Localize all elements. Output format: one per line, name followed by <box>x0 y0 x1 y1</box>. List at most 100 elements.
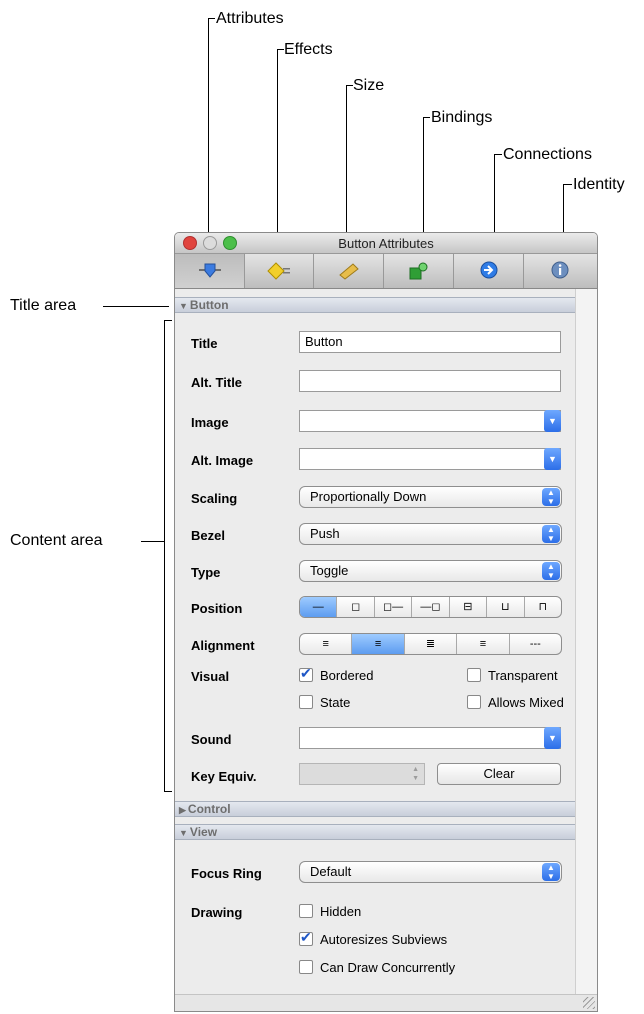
leader-bindings-h <box>423 117 430 118</box>
allows-mixed-label: Allows Mixed <box>488 695 564 710</box>
tab-connections[interactable] <box>454 254 524 288</box>
alt-title-label: Alt. Title <box>191 375 243 390</box>
position-label: Position <box>191 601 243 616</box>
bordered-label: Bordered <box>320 668 374 683</box>
align-center-segment[interactable]: ≡ <box>352 634 405 654</box>
slider-icon <box>198 263 221 278</box>
type-label: Type <box>191 565 221 580</box>
checkbox-icon <box>299 904 313 918</box>
checkbox-checked-icon <box>299 665 313 682</box>
section-title: View <box>189 825 218 839</box>
can-draw-checkbox[interactable]: Can Draw Concurrently <box>299 960 455 975</box>
alignment-label: Alignment <box>191 638 255 653</box>
alt-image-label: Alt. Image <box>191 453 254 468</box>
window-statusbar <box>175 994 597 1011</box>
align-justify-segment[interactable]: ≣ <box>405 634 458 654</box>
leader-attributes-h <box>208 18 215 19</box>
alt-title-field[interactable] <box>299 370 561 392</box>
checkbox-icon <box>299 960 313 974</box>
position-segment[interactable]: ⊓ <box>525 597 561 617</box>
leader-attributes-v <box>208 18 209 266</box>
tab-size[interactable] <box>314 254 384 288</box>
popup-arrows-icon: ▲ ▼ <box>542 863 560 881</box>
position-segment[interactable]: —◻ <box>412 597 450 617</box>
position-segment[interactable]: ◻— <box>375 597 413 617</box>
connections-arrow-icon <box>480 261 497 279</box>
vertical-scrollbar[interactable] <box>575 289 597 995</box>
focus-ring-popup[interactable]: Default ▲ ▼ <box>299 861 562 883</box>
callout-size: Size <box>353 77 385 94</box>
content-area-bracket-top <box>164 320 172 321</box>
position-segment[interactable]: — <box>300 597 338 617</box>
checkbox-icon <box>299 695 313 709</box>
callout-identity: Identity <box>573 176 625 193</box>
resize-grip-icon[interactable] <box>583 997 595 1009</box>
bezel-popup[interactable]: Push ▲ ▼ <box>299 523 562 545</box>
tab-identity[interactable] <box>524 254 596 288</box>
alt-image-combobox[interactable]: ▼ <box>299 448 561 470</box>
transparent-label: Transparent <box>488 668 558 683</box>
tab-effects[interactable] <box>245 254 314 288</box>
section-header-button[interactable]: ▼ Button <box>175 297 575 313</box>
button-content: Title Button Alt. Title Image ▼ Alt. Ima… <box>175 314 575 788</box>
section-header-view[interactable]: ▼ View <box>175 824 575 840</box>
callout-effects: Effects <box>284 41 333 58</box>
scaling-popup[interactable]: Proportionally Down ▲ ▼ <box>299 486 562 508</box>
drawing-label: Drawing <box>191 905 243 920</box>
state-checkbox[interactable]: State <box>299 695 350 710</box>
focus-ring-label: Focus Ring <box>191 866 262 881</box>
alignment-segmented-control: ≡ ≡ ≣ ≡ --- <box>299 633 562 655</box>
leader-effects-h <box>277 49 284 50</box>
disclosure-triangle-open-icon: ▼ <box>179 301 188 311</box>
popup-arrows-icon: ▲ ▼ <box>542 562 560 580</box>
position-segmented-control: — ◻ ◻— —◻ ⊟ ⊔ ⊓ <box>299 596 562 618</box>
position-segment[interactable]: ◻ <box>337 597 375 617</box>
title-label: Title <box>191 336 218 351</box>
chevron-down-icon[interactable]: ▼ <box>544 410 561 432</box>
chevron-down-icon[interactable]: ▼ <box>544 727 561 749</box>
align-right-segment[interactable]: ≡ <box>457 634 510 654</box>
can-draw-label: Can Draw Concurrently <box>320 960 456 975</box>
key-equiv-field[interactable]: ▲ ▼ <box>299 763 425 785</box>
autoresizes-checkbox[interactable]: Autoresizes Subviews <box>299 929 447 947</box>
transparent-checkbox[interactable]: Transparent <box>467 668 558 683</box>
position-segment[interactable]: ⊔ <box>487 597 525 617</box>
callout-title-area: Title area <box>10 297 77 314</box>
allows-mixed-checkbox[interactable]: Allows Mixed <box>467 695 564 710</box>
hidden-label: Hidden <box>320 904 362 919</box>
callout-content-area: Content area <box>10 532 103 549</box>
title-field[interactable]: Button <box>299 331 561 353</box>
clear-button[interactable]: Clear <box>437 763 561 785</box>
section-title: Button <box>189 298 229 312</box>
hidden-checkbox[interactable]: Hidden <box>299 904 361 919</box>
tab-bindings[interactable] <box>384 254 454 288</box>
leader-identity-h <box>563 184 572 185</box>
section-title: Control <box>187 802 231 816</box>
checkbox-icon <box>467 695 481 709</box>
visual-label: Visual <box>191 669 230 684</box>
bezel-label: Bezel <box>191 528 225 543</box>
popup-arrows-icon: ▲ ▼ <box>542 488 560 506</box>
bezel-value: Push <box>310 526 340 541</box>
bindings-icon <box>409 262 427 280</box>
type-popup[interactable]: Toggle ▲ ▼ <box>299 560 562 582</box>
image-combobox[interactable]: ▼ <box>299 410 561 432</box>
disclosure-triangle-open-icon: ▼ <box>179 828 188 838</box>
tab-attributes[interactable] <box>175 254 245 288</box>
type-value: Toggle <box>310 563 349 578</box>
diamond-effects-icon <box>267 262 290 280</box>
state-label: State <box>320 695 351 710</box>
key-equiv-label: Key Equiv. <box>191 769 257 784</box>
bordered-checkbox[interactable]: Bordered <box>299 665 374 683</box>
checkbox-icon <box>467 668 481 682</box>
align-natural-segment[interactable]: --- <box>510 634 561 654</box>
sound-combobox[interactable]: ▼ <box>299 727 561 749</box>
disclosure-triangle-closed-icon: ▶ <box>179 805 186 815</box>
position-segment[interactable]: ⊟ <box>450 597 488 617</box>
focus-ring-value: Default <box>310 864 352 879</box>
chevron-down-icon[interactable]: ▼ <box>544 448 561 470</box>
window-titlebar[interactable]: Button Attributes <box>175 233 597 254</box>
align-left-segment[interactable]: ≡ <box>300 634 353 654</box>
window-title: Button Attributes <box>338 236 434 251</box>
section-header-control[interactable]: ▶ Control <box>175 801 575 817</box>
